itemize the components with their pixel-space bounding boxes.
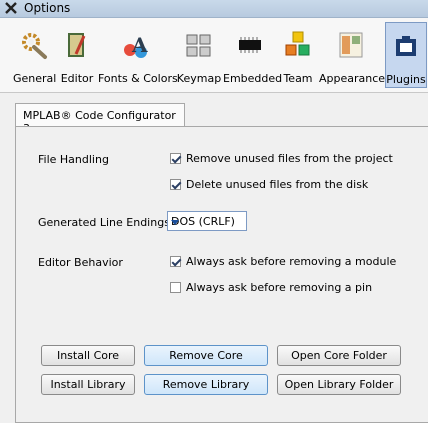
category-label: Team bbox=[283, 72, 313, 85]
editor-icon bbox=[68, 33, 86, 57]
close-icon[interactable] bbox=[4, 1, 18, 15]
install-library-button[interactable]: Install Library bbox=[41, 374, 135, 395]
delete-unused-files-checkbox[interactable] bbox=[170, 179, 181, 190]
fonts-colors-icon: A bbox=[124, 33, 148, 58]
category-team[interactable]: Team bbox=[281, 22, 315, 88]
category-label: Embedded bbox=[223, 72, 283, 85]
ask-remove-pin-label: Always ask before removing a pin bbox=[186, 281, 373, 294]
install-core-button[interactable]: Install Core bbox=[41, 345, 135, 366]
line-endings-label: Generated Line Endings bbox=[38, 216, 170, 229]
category-label: General bbox=[13, 72, 57, 85]
team-cubes-icon bbox=[285, 31, 310, 56]
ask-remove-module-checkbox[interactable] bbox=[170, 256, 181, 267]
category-plugins[interactable]: Plugins bbox=[385, 22, 427, 88]
category-label: Editor bbox=[60, 72, 94, 85]
title-bar: Options bbox=[0, 0, 428, 18]
ask-remove-module-label: Always ask before removing a module bbox=[186, 255, 397, 268]
category-label: Keymap bbox=[176, 72, 222, 85]
remove-core-button[interactable]: Remove Core bbox=[144, 345, 268, 366]
keymap-icon bbox=[186, 34, 211, 57]
category-appearance[interactable]: Appearance bbox=[319, 22, 386, 88]
open-library-folder-button[interactable]: Open Library Folder bbox=[277, 374, 401, 395]
chevron-down-icon bbox=[171, 220, 179, 225]
window-title: Options bbox=[24, 1, 71, 15]
line-endings-value: DOS (CRLF) bbox=[171, 215, 235, 228]
ask-remove-pin-checkbox[interactable] bbox=[170, 282, 181, 293]
category-keymap[interactable]: Keymap bbox=[176, 22, 222, 88]
svg-text:A: A bbox=[131, 33, 148, 57]
appearance-icon bbox=[339, 32, 362, 58]
options-category-toolbar: General Editor A Fonts & Colors Keymap E… bbox=[0, 18, 428, 93]
category-general[interactable]: General bbox=[13, 22, 57, 88]
category-fonts-colors[interactable]: A Fonts & Colors bbox=[98, 22, 178, 88]
chip-icon bbox=[238, 37, 261, 53]
category-embedded[interactable]: Embedded bbox=[223, 22, 283, 88]
line-endings-select[interactable]: DOS (CRLF) bbox=[167, 211, 247, 231]
open-core-folder-button[interactable]: Open Core Folder bbox=[277, 345, 401, 366]
file-handling-label: File Handling bbox=[38, 153, 109, 166]
editor-behavior-label: Editor Behavior bbox=[38, 256, 123, 269]
delete-unused-files-label: Delete unused files from the disk bbox=[186, 178, 369, 191]
category-label: Fonts & Colors bbox=[98, 72, 178, 85]
remove-unused-files-checkbox[interactable] bbox=[170, 153, 181, 164]
remove-library-button[interactable]: Remove Library bbox=[144, 374, 268, 395]
category-label: Plugins bbox=[386, 73, 426, 86]
plugins-icon bbox=[396, 36, 416, 56]
tab-mplab-code-configurator[interactable]: MPLAB® Code Configurator 3.x bbox=[15, 103, 185, 135]
category-label: Appearance bbox=[319, 72, 386, 85]
remove-unused-files-label: Remove unused files from the project bbox=[186, 152, 393, 165]
category-editor[interactable]: Editor bbox=[60, 22, 94, 88]
gear-wrench-icon bbox=[22, 33, 47, 59]
